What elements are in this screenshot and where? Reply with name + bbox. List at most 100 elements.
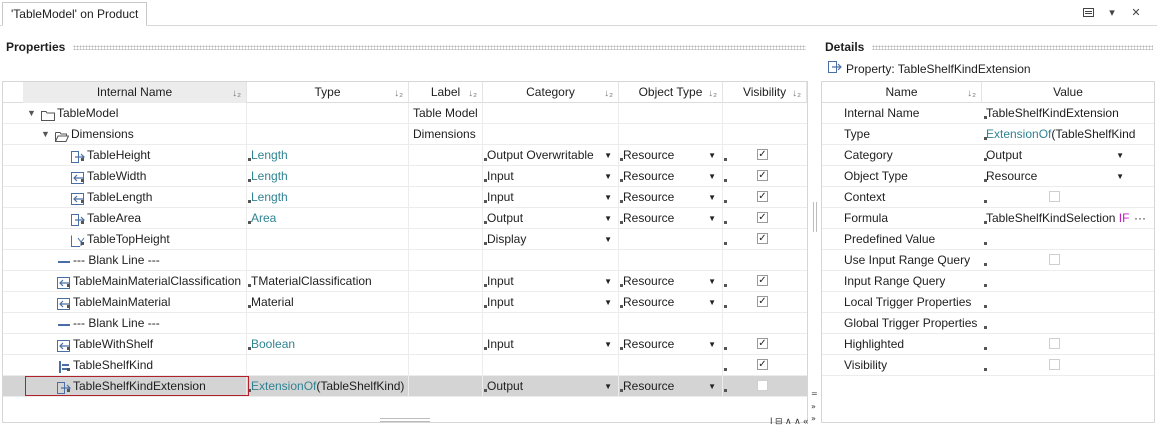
dropdown-arrow-icon[interactable]: ▼ — [708, 166, 716, 187]
visibility-cell[interactable]: ✓ — [723, 229, 807, 250]
detail-value[interactable] — [982, 292, 1154, 313]
visibility-checkbox[interactable]: ✓ — [757, 359, 768, 370]
visibility-checkbox[interactable]: ✓ — [757, 233, 768, 244]
category-dropdown[interactable]: Display ▼ — [483, 229, 619, 250]
detail-checkbox[interactable] — [1049, 359, 1060, 370]
column-header-name[interactable]: Name ↓₂ — [822, 82, 982, 103]
type-cell[interactable]: TMaterialClassification — [247, 271, 409, 292]
category-dropdown[interactable]: Input ▼ — [483, 187, 619, 208]
panel-splitter[interactable]: = » » — [810, 80, 820, 424]
internal-name-cell[interactable]: ▼ Dimensions — [23, 124, 247, 145]
detail-value[interactable] — [982, 313, 1154, 334]
type-link[interactable]: Boolean — [251, 337, 295, 351]
header-grip[interactable] — [73, 44, 806, 50]
dropdown-arrow-icon[interactable]: ▼ — [604, 334, 612, 355]
dropdown-arrow-icon[interactable]: ▼ — [1116, 166, 1124, 187]
detail-value[interactable] — [982, 271, 1154, 292]
dropdown-arrow-icon[interactable]: ▼ — [604, 292, 612, 313]
visibility-checkbox[interactable]: ✓ — [757, 212, 768, 223]
dropdown-arrow-icon[interactable]: ▼ — [604, 271, 612, 292]
object-type-dropdown[interactable]: Resource ▼ — [619, 334, 723, 355]
visibility-checkbox[interactable]: ✓ — [757, 275, 768, 286]
expand-toggle-icon[interactable]: ▼ — [41, 124, 50, 145]
category-dropdown[interactable]: Input ▼ — [483, 166, 619, 187]
detail-value[interactable]: TableShelfKindSelection IF ··· — [982, 208, 1154, 229]
label-cell[interactable] — [409, 355, 483, 376]
column-header-type[interactable]: Type ↓₂ — [247, 82, 409, 103]
label-cell[interactable] — [409, 229, 483, 250]
type-link[interactable]: Length — [251, 148, 288, 162]
dropdown-arrow-icon[interactable]: ▼ — [604, 187, 612, 208]
internal-name-cell[interactable]: TableHeight — [23, 145, 247, 166]
internal-name-cell[interactable]: TableTopHeight — [23, 229, 247, 250]
dropdown-arrow-icon[interactable]: ▼ — [604, 208, 612, 229]
sort-icon[interactable]: ↓₂ — [232, 83, 241, 104]
expand-toggle-icon[interactable]: ▼ — [27, 103, 36, 124]
sort-icon[interactable]: ↓₂ — [468, 83, 477, 104]
visibility-cell[interactable]: ✓ — [723, 145, 807, 166]
dropdown-arrow-icon[interactable]: ▼ — [1116, 145, 1124, 166]
table-row[interactable]: TableShelfKind ✓ — [3, 355, 807, 376]
category-dropdown[interactable]: Input ▼ — [483, 292, 619, 313]
label-cell[interactable]: Table Model — [409, 103, 483, 124]
type-cell[interactable]: Length — [247, 166, 409, 187]
visibility-cell[interactable]: ✓ — [723, 355, 807, 376]
column-header-internal-name[interactable]: Internal Name ↓₂ — [23, 82, 247, 103]
internal-name-cell[interactable]: TableMainMaterial — [23, 292, 247, 313]
category-dropdown[interactable]: Output Overwritable ▼ — [483, 145, 619, 166]
label-cell[interactable] — [409, 208, 483, 229]
detail-value[interactable] — [982, 334, 1154, 355]
column-header-value[interactable]: Value — [982, 82, 1154, 103]
sort-icon[interactable]: ↓₂ — [394, 83, 403, 104]
dropdown-arrow-icon[interactable]: ▼ — [604, 166, 612, 187]
visibility-cell[interactable]: ✓ — [723, 271, 807, 292]
label-cell[interactable] — [409, 313, 483, 334]
dropdown-arrow-icon[interactable]: ▼ — [708, 208, 716, 229]
column-header-category[interactable]: Category ↓₂ — [483, 82, 619, 103]
category-dropdown[interactable]: Input ▼ — [483, 334, 619, 355]
object-type-dropdown[interactable]: Resource ▼ — [619, 187, 723, 208]
dropdown-arrow-icon[interactable]: ▼ — [708, 292, 716, 313]
category-dropdown[interactable]: Output ▼ — [483, 208, 619, 229]
detail-value[interactable] — [982, 250, 1154, 271]
table-row[interactable]: --- Blank Line --- — [3, 313, 807, 334]
detail-value[interactable]: Output ▼ — [982, 145, 1154, 166]
type-cell[interactable]: Boolean — [247, 334, 409, 355]
internal-name-cell[interactable]: ▼ TableModel — [23, 103, 247, 124]
table-row[interactable]: TableWithShelf Boolean Input ▼ Resource ▼ ✓ — [3, 334, 807, 355]
visibility-checkbox[interactable]: ✓ — [757, 149, 768, 160]
detail-value[interactable]: Resource ▼ — [982, 166, 1154, 187]
type-link[interactable]: Length — [251, 190, 288, 204]
category-dropdown[interactable]: Input ▼ — [483, 271, 619, 292]
visibility-cell[interactable]: ✓ — [723, 208, 807, 229]
dropdown-arrow-icon[interactable]: ▼ — [708, 187, 716, 208]
visibility-cell[interactable]: ✓ — [723, 334, 807, 355]
type-cell[interactable]: Length — [247, 145, 409, 166]
column-header-label[interactable]: Label ↓₂ — [409, 82, 483, 103]
visibility-checkbox[interactable]: ✓ — [757, 338, 768, 349]
internal-name-cell[interactable]: --- Blank Line --- — [23, 250, 247, 271]
dropdown-arrow-icon[interactable]: ▼ — [708, 376, 716, 397]
object-type-dropdown[interactable]: Resource ▼ — [619, 271, 723, 292]
type-cell[interactable]: Length — [247, 187, 409, 208]
table-row[interactable]: TableLength Length Input ▼ Resource ▼ ✓ — [3, 187, 807, 208]
chevron-down-icon[interactable]: ▾ — [1105, 5, 1119, 19]
column-header-visibility[interactable]: Visibility ↓₂ — [723, 82, 807, 103]
label-cell[interactable] — [409, 376, 483, 397]
internal-name-cell[interactable]: TableShelfKind — [23, 355, 247, 376]
table-row[interactable]: TableTopHeight Display ▼ ✓ — [3, 229, 807, 250]
dropdown-arrow-icon[interactable]: ▼ — [708, 145, 716, 166]
table-row[interactable]: --- Blank Line --- — [3, 250, 807, 271]
window-list-icon[interactable] — [1081, 5, 1095, 19]
internal-name-cell[interactable]: TableLength — [23, 187, 247, 208]
column-header-object-type[interactable]: Object Type ↓₂ — [619, 82, 723, 103]
table-row[interactable]: TableMainMaterialClassification TMaterial… — [3, 271, 807, 292]
internal-name-cell[interactable]: TableWidth — [23, 166, 247, 187]
document-tab[interactable]: 'TableModel' on Product — [2, 2, 147, 26]
visibility-cell[interactable]: ✓ — [723, 166, 807, 187]
label-cell[interactable]: Dimensions — [409, 124, 483, 145]
label-cell[interactable] — [409, 292, 483, 313]
more-options-button[interactable]: ··· — [1134, 208, 1146, 229]
label-cell[interactable] — [409, 187, 483, 208]
sort-icon[interactable]: ↓₂ — [792, 83, 801, 104]
